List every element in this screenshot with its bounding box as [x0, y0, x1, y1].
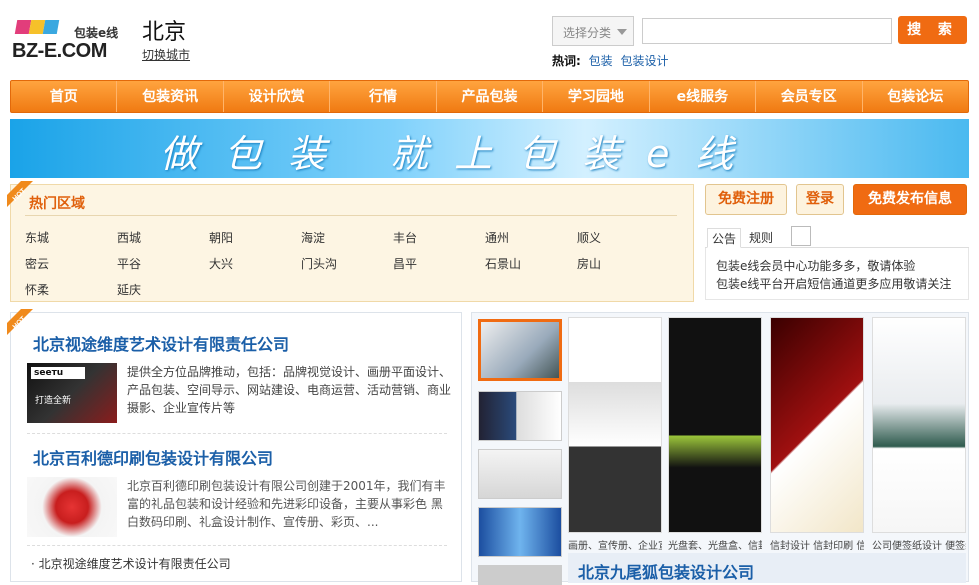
site-logo[interactable]: 包装e线 BZ-E.COM — [12, 16, 132, 64]
gallery-caption[interactable]: 信封设计 信封印刷 信封制 — [770, 537, 864, 552]
category-select[interactable]: 选择分类 — [552, 16, 634, 46]
district-link[interactable]: 朝阳 — [209, 229, 301, 246]
nav-item-learning[interactable]: 学习园地 — [543, 81, 650, 112]
district-link[interactable]: 平谷 — [117, 255, 209, 272]
main-nav: 首页 包装资讯 设计欣赏 行情 产品包装 学习园地 e线服务 会员专区 包装论坛 — [10, 80, 969, 113]
district-link[interactable]: 密云 — [25, 255, 117, 272]
district-link[interactable]: 丰台 — [393, 229, 485, 246]
nav-item-news[interactable]: 包装资讯 — [117, 81, 224, 112]
search-button[interactable]: 搜 索 — [898, 16, 967, 44]
hot-word-link[interactable]: 包装 — [589, 54, 613, 68]
nav-item-services[interactable]: e线服务 — [650, 81, 757, 112]
gallery-thumbnail[interactable] — [478, 565, 562, 585]
nav-item-forum[interactable]: 包装论坛 — [863, 81, 968, 112]
district-link[interactable]: 门头沟 — [301, 255, 393, 272]
district-link[interactable]: 石景山 — [485, 255, 577, 272]
district-grid: 东城 西城 朝阳 海淀 丰台 通州 顺义 密云 平谷 大兴 门头沟 昌平 石景山… — [25, 229, 685, 298]
company-description: 北京百利德印刷包装设计有限公司创建于2001年，我们有丰富的礼品包装和设计经验和… — [127, 479, 446, 529]
banner[interactable]: 做包装 就上包装e线 — [10, 119, 969, 178]
district-link[interactable]: 通州 — [485, 229, 577, 246]
gallery-image[interactable] — [568, 317, 662, 533]
logo-cn-text: 包装e线 — [74, 26, 119, 40]
company-title-link[interactable]: 北京视途维度艺术设计有限责任公司 — [33, 331, 289, 355]
gallery-caption[interactable]: 画册、宣传册、企业宣传册 — [568, 537, 662, 552]
gallery-panel: 画册、宣传册、企业宣传册 光盘套、光盘盒、信封设计 信封设计 信封印刷 信封制 … — [471, 312, 969, 585]
category-select-label: 选择分类 — [563, 26, 612, 40]
district-link[interactable]: 怀柔 — [25, 281, 117, 298]
district-link[interactable]: 东城 — [25, 229, 117, 246]
tab-announcement[interactable]: 公告 — [707, 228, 742, 248]
company-title-link[interactable]: 北京百利德印刷包装设计有限公司 — [33, 445, 273, 469]
district-link[interactable]: 昌平 — [393, 255, 485, 272]
nav-item-products[interactable]: 产品包装 — [437, 81, 544, 112]
gallery-image[interactable] — [770, 317, 864, 533]
divider — [25, 215, 677, 216]
gallery-image[interactable] — [872, 317, 966, 533]
notice-line[interactable]: 包装e线会员中心功能多多，敬请体验 — [716, 257, 968, 275]
hot-word-link[interactable]: 包装设计 — [620, 54, 668, 68]
hot-words-label: 热词: — [552, 54, 581, 68]
nav-item-home[interactable]: 首页 — [11, 81, 118, 112]
hot-area-title: 热门区域 — [29, 196, 85, 212]
nav-item-members[interactable]: 会员专区 — [756, 81, 863, 112]
notice-body: 包装e线会员中心功能多多，敬请体验 包装e线平台开启短信通道更多应用敬请关注 — [705, 248, 969, 300]
thumbnail-slogan: 打造全新 — [35, 396, 72, 406]
current-city: 北京 — [142, 20, 187, 45]
district-link[interactable]: 顺义 — [577, 229, 669, 246]
thumbnail-brand: seeтu — [31, 367, 85, 379]
company-description: 提供全方位品牌推动，包括：品牌视觉设计、画册平面设计、产品包装、空间导示、网站建… — [127, 365, 452, 415]
nav-item-market[interactable]: 行情 — [330, 81, 437, 112]
divider — [27, 545, 447, 546]
hot-words: 热词: 包装 包装设计 — [552, 52, 669, 69]
district-link[interactable]: 海淀 — [301, 229, 393, 246]
logo-mark-icon — [12, 16, 72, 38]
district-link[interactable]: 西城 — [117, 229, 209, 246]
gallery-thumbnail[interactable] — [478, 449, 562, 499]
gallery-image[interactable] — [668, 317, 762, 533]
gallery-thumbnail-active[interactable] — [478, 319, 562, 381]
banner-slogan: 做包装 就上包装e线 — [160, 132, 760, 176]
publish-button[interactable]: 免费发布信息 — [853, 184, 967, 215]
tab-blank[interactable] — [791, 226, 811, 246]
gallery-company-title[interactable]: 北京九尾狐包装设计公司 — [568, 553, 966, 583]
hot-area-panel: HOT 热门区域 东城 西城 朝阳 海淀 丰台 通州 顺义 密云 平谷 大兴 门… — [7, 181, 694, 302]
company-list: HOT 北京视途维度艺术设计有限责任公司 seeтu 打造全新 提供全方位品牌推… — [7, 309, 462, 582]
tab-rules[interactable]: 规则 — [745, 228, 777, 248]
notice-line[interactable]: 包装e线平台开启短信通道更多应用敬请关注 — [716, 275, 968, 293]
gallery-caption[interactable]: 公司便签纸设计 便签纸设计 — [872, 537, 966, 552]
district-link[interactable]: 延庆 — [117, 281, 209, 298]
district-link[interactable]: 房山 — [577, 255, 669, 272]
logo-en-text: BZ-E.COM — [12, 40, 107, 62]
nav-item-design[interactable]: 设计欣赏 — [224, 81, 331, 112]
company-list-item[interactable]: · 北京视途维度艺术设计有限责任公司 — [31, 555, 231, 572]
search-bar: 选择分类 搜 索 — [552, 16, 969, 46]
district-link[interactable]: 大兴 — [209, 255, 301, 272]
notice-tabs: 公告 规则 — [705, 226, 969, 248]
register-button[interactable]: 免费注册 — [705, 184, 787, 215]
login-button[interactable]: 登录 — [796, 184, 844, 215]
chevron-down-icon — [617, 29, 627, 35]
switch-city-link[interactable]: 切换城市 — [142, 46, 190, 63]
gallery-images: 画册、宣传册、企业宣传册 光盘套、光盘盒、信封设计 信封设计 信封印刷 信封制 … — [568, 317, 966, 552]
divider — [27, 433, 447, 434]
notice-panel: 公告 规则 包装e线会员中心功能多多，敬请体验 包装e线平台开启短信通道更多应用… — [705, 226, 969, 300]
company-thumbnail[interactable]: seeтu 打造全新 — [27, 363, 117, 423]
gallery-caption[interactable]: 光盘套、光盘盒、信封设计 — [668, 537, 762, 552]
company-thumbnail[interactable] — [27, 477, 117, 537]
gallery-thumbnail[interactable] — [478, 391, 562, 441]
search-input[interactable] — [642, 18, 892, 44]
gallery-thumbnail[interactable] — [478, 507, 562, 557]
